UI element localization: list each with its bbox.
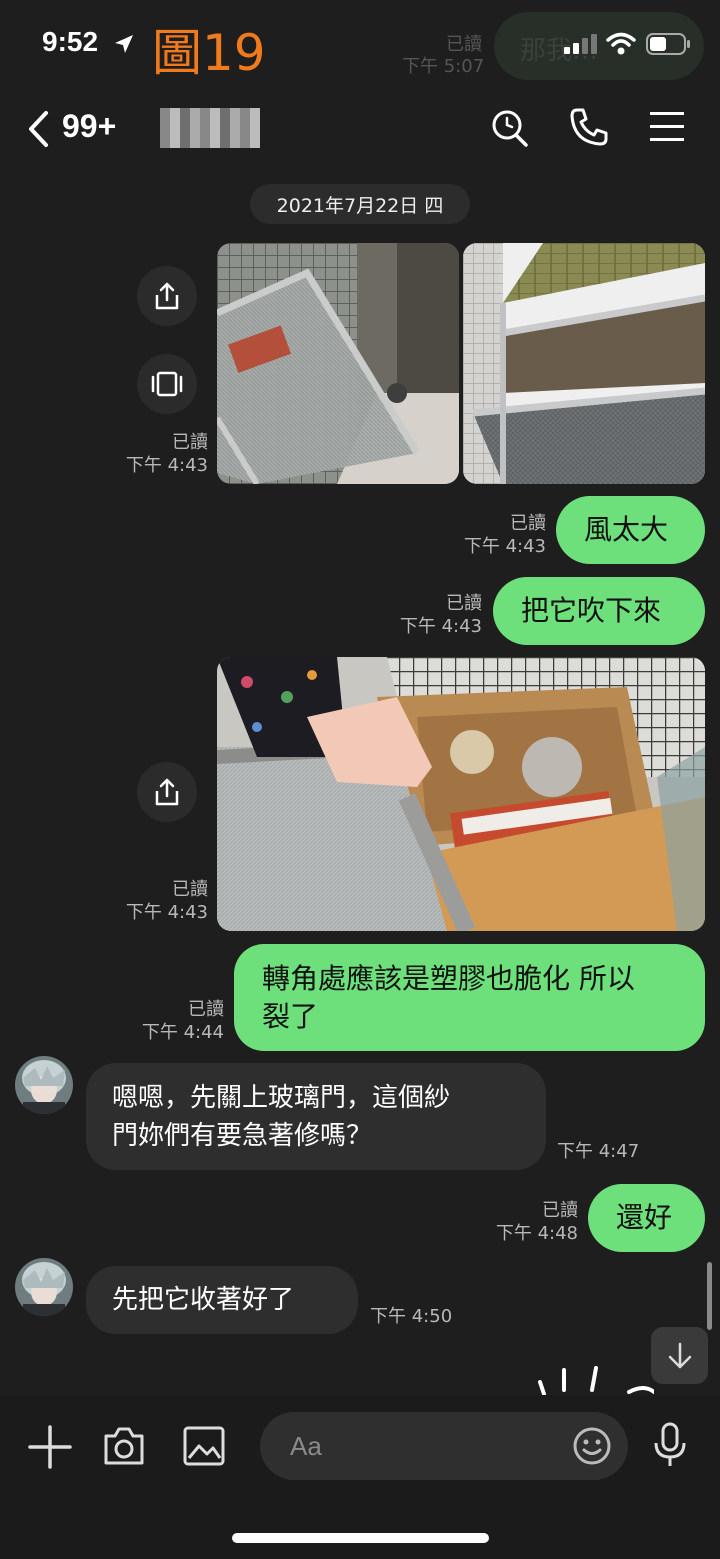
message-time: 下午 4:47: [557, 1141, 640, 1162]
message-input[interactable]: [288, 1429, 552, 1463]
avatar-image: [15, 1258, 73, 1316]
avatar[interactable]: [15, 1258, 73, 1316]
read-receipt: 已讀 下午 4:43: [108, 431, 208, 477]
scroll-to-bottom-button[interactable]: [651, 1327, 708, 1384]
avatar-image: [15, 1056, 73, 1114]
album-button[interactable]: [137, 354, 197, 414]
figure-label: 圖19: [152, 24, 266, 82]
message-bubble-incoming[interactable]: 嗯嗯，先關上玻璃門，這個紗 門妳們有要急著修嗎？: [86, 1063, 546, 1170]
message-text: 把它吹下來: [521, 594, 662, 627]
read-label: 已讀: [172, 879, 208, 900]
message-text-line: 裂了: [262, 999, 319, 1033]
message-time: 下午 4:43: [463, 536, 546, 557]
message-time: 下午 4:48: [495, 1223, 578, 1244]
read-label: 已讀: [188, 999, 224, 1020]
share-button[interactable]: [137, 762, 197, 822]
status-time: 9:52: [42, 26, 99, 57]
read-receipt: 已讀 下午 4:48: [472, 1199, 578, 1245]
share-button[interactable]: [137, 266, 197, 326]
message-text-line: 門妳們有要急著修嗎？: [112, 1120, 373, 1151]
home-indicator[interactable]: [232, 1533, 489, 1543]
read-receipt: 已讀 下午 4:43: [376, 592, 482, 638]
message-time: 下午 4:50: [370, 1306, 453, 1327]
microphone-icon[interactable]: [652, 1421, 688, 1469]
photo-graphic: [217, 243, 459, 484]
message-text-line: 嗯嗯，先關上玻璃門，這個紗: [112, 1082, 451, 1113]
message-bubble-outgoing[interactable]: 轉角處應該是塑膠也脆化 所以 裂了: [234, 944, 705, 1051]
emoji-icon[interactable]: [572, 1426, 612, 1466]
plus-icon[interactable]: [28, 1425, 72, 1469]
typing-sticker-icon: [538, 1366, 654, 1395]
phone-icon[interactable]: [568, 106, 610, 148]
read-receipt: 已讀 下午 4:43: [440, 512, 546, 558]
message-bubble-incoming[interactable]: 先把它收著好了: [86, 1266, 358, 1334]
message-time: 下午 4:43: [125, 902, 208, 923]
search-icon[interactable]: [490, 108, 530, 148]
back-chevron-icon[interactable]: [26, 110, 52, 148]
photo-graphic: [463, 243, 705, 484]
ghost-time: 下午 5:07: [402, 56, 485, 77]
chat-title-blurred: [160, 108, 260, 148]
signal-icon: [564, 34, 597, 54]
read-receipt: 已讀 下午 4:44: [124, 998, 224, 1044]
photo-screen-door-1[interactable]: [217, 243, 459, 484]
read-label: 已讀: [542, 1200, 578, 1221]
camera-icon[interactable]: [102, 1424, 146, 1468]
share-icon: [155, 282, 179, 310]
location-arrow-icon: [115, 35, 133, 53]
message-time: 下午 4:43: [399, 616, 482, 637]
message-text: 風太大: [584, 513, 669, 546]
message-text: 還好: [616, 1201, 673, 1234]
message-input-container[interactable]: [260, 1412, 628, 1480]
message-bubble-outgoing[interactable]: 風太大: [556, 496, 705, 564]
arrow-down-icon: [668, 1342, 691, 1368]
image-icon[interactable]: [182, 1424, 226, 1468]
battery-icon: [646, 33, 690, 55]
scrollbar[interactable]: [707, 1262, 712, 1330]
message-time: 下午 4:43: [125, 455, 208, 476]
message-text-line: 轉角處應該是塑膠也脆化 所以: [262, 961, 635, 995]
read-label: 已讀: [172, 432, 208, 453]
photo-screen-door-2[interactable]: [463, 243, 705, 484]
read-label: 已讀: [446, 593, 482, 614]
share-icon: [155, 778, 179, 806]
message-bubble-outgoing[interactable]: 把它吹下來: [493, 577, 705, 645]
read-receipt: 已讀 下午 4:43: [108, 878, 208, 924]
avatar[interactable]: [15, 1056, 73, 1114]
unread-count[interactable]: 99+: [62, 108, 116, 145]
wifi-icon: [606, 32, 636, 55]
photo-graphic: [217, 657, 705, 931]
photo-broken-frame[interactable]: [217, 657, 705, 931]
album-icon: [151, 371, 183, 397]
date-chip: 2021年7月22日 四: [250, 184, 470, 224]
message-bubble-outgoing[interactable]: 還好: [588, 1184, 705, 1252]
read-label: 已讀: [510, 513, 546, 534]
message-time: 下午 4:44: [141, 1022, 224, 1043]
menu-icon[interactable]: [650, 110, 684, 144]
message-text: 先把它收著好了: [112, 1285, 295, 1315]
